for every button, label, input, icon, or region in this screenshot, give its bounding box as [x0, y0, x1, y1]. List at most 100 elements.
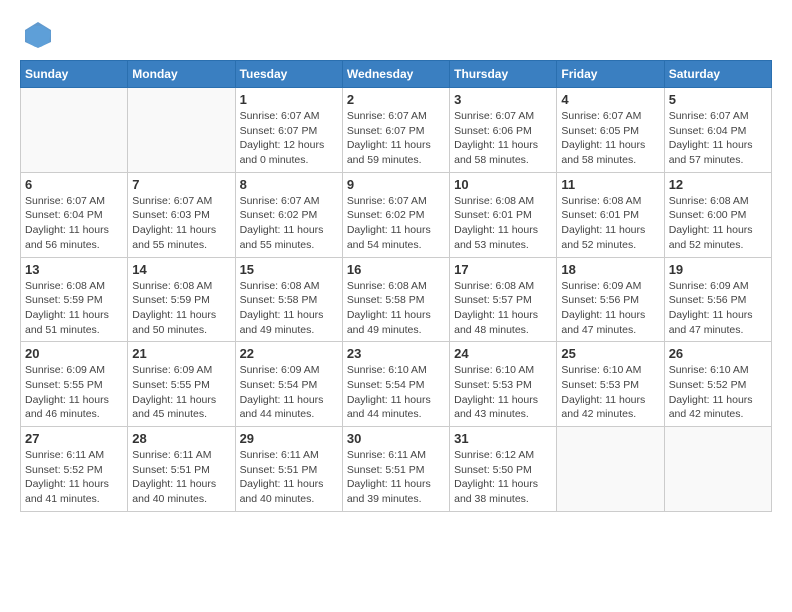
- day-info: Sunrise: 6:10 AM Sunset: 5:54 PM Dayligh…: [347, 363, 445, 422]
- table-row: 1 Sunrise: 6:07 AM Sunset: 6:07 PM Daylig…: [235, 88, 342, 173]
- day-number: 13: [25, 262, 123, 277]
- day-info: Sunrise: 6:07 AM Sunset: 6:04 PM Dayligh…: [669, 109, 767, 168]
- day-info: Sunrise: 6:07 AM Sunset: 6:07 PM Dayligh…: [347, 109, 445, 168]
- col-header-sunday: Sunday: [21, 61, 128, 88]
- day-number: 3: [454, 92, 552, 107]
- table-row: 12 Sunrise: 6:08 AM Sunset: 6:00 PM Dayli…: [664, 172, 771, 257]
- day-info: Sunrise: 6:09 AM Sunset: 5:56 PM Dayligh…: [561, 279, 659, 338]
- table-row: 14Sunrise: 6:08 AM Sunset: 5:59 PM Dayli…: [128, 257, 235, 342]
- day-number: 16: [347, 262, 445, 277]
- table-row: 18 Sunrise: 6:09 AM Sunset: 5:56 PM Dayli…: [557, 257, 664, 342]
- day-number: 29: [240, 431, 338, 446]
- day-number: 8: [240, 177, 338, 192]
- day-info: Sunrise: 6:09 AM Sunset: 5:55 PM Dayligh…: [25, 363, 123, 422]
- day-number: 26: [669, 346, 767, 361]
- day-info: Sunrise: 6:11 AM Sunset: 5:52 PM Dayligh…: [25, 448, 123, 507]
- table-row: 9 Sunrise: 6:07 AM Sunset: 6:02 PM Daylig…: [342, 172, 449, 257]
- table-row: 5 Sunrise: 6:07 AM Sunset: 6:04 PM Daylig…: [664, 88, 771, 173]
- day-info: Sunrise: 6:08 AM Sunset: 5:57 PM Dayligh…: [454, 279, 552, 338]
- table-row: 17 Sunrise: 6:08 AM Sunset: 5:57 PM Dayli…: [450, 257, 557, 342]
- day-info: Sunrise: 6:07 AM Sunset: 6:02 PM Dayligh…: [347, 194, 445, 253]
- logo: [20, 20, 53, 50]
- day-info: Sunrise: 6:11 AM Sunset: 5:51 PM Dayligh…: [347, 448, 445, 507]
- day-number: 20: [25, 346, 123, 361]
- day-number: 30: [347, 431, 445, 446]
- day-number: 5: [669, 92, 767, 107]
- day-number: 9: [347, 177, 445, 192]
- day-info: Sunrise: 6:12 AM Sunset: 5:50 PM Dayligh…: [454, 448, 552, 507]
- table-row: [128, 88, 235, 173]
- day-info: Sunrise: 6:07 AM Sunset: 6:02 PM Dayligh…: [240, 194, 338, 253]
- day-info: Sunrise: 6:09 AM Sunset: 5:56 PM Dayligh…: [669, 279, 767, 338]
- table-row: 6Sunrise: 6:07 AM Sunset: 6:04 PM Daylig…: [21, 172, 128, 257]
- table-row: 4 Sunrise: 6:07 AM Sunset: 6:05 PM Daylig…: [557, 88, 664, 173]
- day-info: Sunrise: 6:08 AM Sunset: 5:58 PM Dayligh…: [240, 279, 338, 338]
- calendar-week-row: 20 Sunrise: 6:09 AM Sunset: 5:55 PM Dayli…: [21, 342, 772, 427]
- day-number: 31: [454, 431, 552, 446]
- day-number: 7: [132, 177, 230, 192]
- table-row: 30 Sunrise: 6:11 AM Sunset: 5:51 PM Dayli…: [342, 427, 449, 512]
- table-row: 16 Sunrise: 6:08 AM Sunset: 5:58 PM Dayli…: [342, 257, 449, 342]
- day-info: Sunrise: 6:08 AM Sunset: 6:00 PM Dayligh…: [669, 194, 767, 253]
- day-info: Sunrise: 6:08 AM Sunset: 6:01 PM Dayligh…: [561, 194, 659, 253]
- day-number: 25: [561, 346, 659, 361]
- day-number: 22: [240, 346, 338, 361]
- col-header-thursday: Thursday: [450, 61, 557, 88]
- day-info: Sunrise: 6:07 AM Sunset: 6:07 PM Dayligh…: [240, 109, 338, 168]
- table-row: 7 Sunrise: 6:07 AM Sunset: 6:03 PM Daylig…: [128, 172, 235, 257]
- day-number: 17: [454, 262, 552, 277]
- day-info: Sunrise: 6:07 AM Sunset: 6:05 PM Dayligh…: [561, 109, 659, 168]
- day-number: 1: [240, 92, 338, 107]
- table-row: 26 Sunrise: 6:10 AM Sunset: 5:52 PM Dayli…: [664, 342, 771, 427]
- calendar-week-row: 27 Sunrise: 6:11 AM Sunset: 5:52 PM Dayli…: [21, 427, 772, 512]
- table-row: 10Sunrise: 6:08 AM Sunset: 6:01 PM Dayli…: [450, 172, 557, 257]
- day-info: Sunrise: 6:10 AM Sunset: 5:53 PM Dayligh…: [561, 363, 659, 422]
- day-number: 12: [669, 177, 767, 192]
- table-row: 25 Sunrise: 6:10 AM Sunset: 5:53 PM Dayli…: [557, 342, 664, 427]
- day-number: 14: [132, 262, 230, 277]
- table-row: [557, 427, 664, 512]
- table-row: 13Sunrise: 6:08 AM Sunset: 5:59 PM Dayli…: [21, 257, 128, 342]
- day-number: 4: [561, 92, 659, 107]
- day-number: 23: [347, 346, 445, 361]
- day-number: 28: [132, 431, 230, 446]
- calendar-week-row: 1 Sunrise: 6:07 AM Sunset: 6:07 PM Daylig…: [21, 88, 772, 173]
- table-row: [664, 427, 771, 512]
- table-row: 8 Sunrise: 6:07 AM Sunset: 6:02 PM Daylig…: [235, 172, 342, 257]
- calendar-header-row: SundayMondayTuesdayWednesdayThursdayFrid…: [21, 61, 772, 88]
- day-info: Sunrise: 6:08 AM Sunset: 6:01 PM Dayligh…: [454, 194, 552, 253]
- day-info: Sunrise: 6:07 AM Sunset: 6:06 PM Dayligh…: [454, 109, 552, 168]
- col-header-monday: Monday: [128, 61, 235, 88]
- day-number: 15: [240, 262, 338, 277]
- day-info: Sunrise: 6:09 AM Sunset: 5:55 PM Dayligh…: [132, 363, 230, 422]
- day-info: Sunrise: 6:07 AM Sunset: 6:03 PM Dayligh…: [132, 194, 230, 253]
- day-number: 6: [25, 177, 123, 192]
- table-row: 29 Sunrise: 6:11 AM Sunset: 5:51 PM Dayli…: [235, 427, 342, 512]
- table-row: 28Sunrise: 6:11 AM Sunset: 5:51 PM Dayli…: [128, 427, 235, 512]
- table-row: 27 Sunrise: 6:11 AM Sunset: 5:52 PM Dayli…: [21, 427, 128, 512]
- page-header: [20, 20, 772, 50]
- day-info: Sunrise: 6:09 AM Sunset: 5:54 PM Dayligh…: [240, 363, 338, 422]
- table-row: 19 Sunrise: 6:09 AM Sunset: 5:56 PM Dayli…: [664, 257, 771, 342]
- table-row: 3 Sunrise: 6:07 AM Sunset: 6:06 PM Daylig…: [450, 88, 557, 173]
- table-row: 11 Sunrise: 6:08 AM Sunset: 6:01 PM Dayli…: [557, 172, 664, 257]
- day-number: 27: [25, 431, 123, 446]
- logo-icon: [23, 20, 53, 50]
- calendar-week-row: 13Sunrise: 6:08 AM Sunset: 5:59 PM Dayli…: [21, 257, 772, 342]
- calendar-week-row: 6Sunrise: 6:07 AM Sunset: 6:04 PM Daylig…: [21, 172, 772, 257]
- table-row: 21Sunrise: 6:09 AM Sunset: 5:55 PM Dayli…: [128, 342, 235, 427]
- day-number: 11: [561, 177, 659, 192]
- day-info: Sunrise: 6:10 AM Sunset: 5:53 PM Dayligh…: [454, 363, 552, 422]
- day-number: 2: [347, 92, 445, 107]
- table-row: 2 Sunrise: 6:07 AM Sunset: 6:07 PM Daylig…: [342, 88, 449, 173]
- table-row: 15 Sunrise: 6:08 AM Sunset: 5:58 PM Dayli…: [235, 257, 342, 342]
- day-info: Sunrise: 6:08 AM Sunset: 5:58 PM Dayligh…: [347, 279, 445, 338]
- day-info: Sunrise: 6:10 AM Sunset: 5:52 PM Dayligh…: [669, 363, 767, 422]
- table-row: 24Sunrise: 6:10 AM Sunset: 5:53 PM Dayli…: [450, 342, 557, 427]
- calendar-table: SundayMondayTuesdayWednesdayThursdayFrid…: [20, 60, 772, 512]
- day-number: 18: [561, 262, 659, 277]
- table-row: 31 Sunrise: 6:12 AM Sunset: 5:50 PM Dayli…: [450, 427, 557, 512]
- col-header-saturday: Saturday: [664, 61, 771, 88]
- day-info: Sunrise: 6:11 AM Sunset: 5:51 PM Dayligh…: [240, 448, 338, 507]
- day-number: 19: [669, 262, 767, 277]
